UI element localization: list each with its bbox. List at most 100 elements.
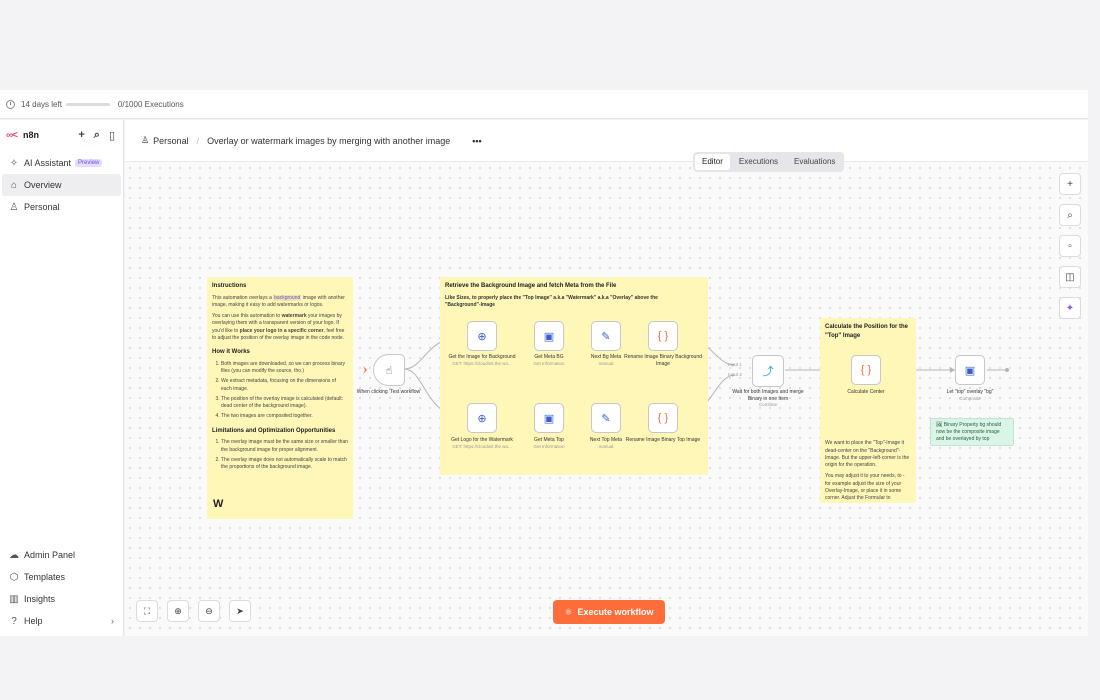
how-it-works-list: Both images are downloaded, so we can pr… (221, 361, 348, 421)
sticky-paragraph: This automation overlays a background im… (212, 294, 345, 308)
brand-name: n8n (22, 130, 39, 140)
select-mode-button[interactable]: ➤ (229, 600, 251, 622)
node-rename-top[interactable]: { } (648, 403, 678, 433)
zoom-out-button[interactable]: ⊖ (198, 600, 220, 622)
pointer-icon: ➤ (236, 605, 244, 616)
edit-icon: ✎ (601, 412, 611, 425)
sticky-paragraph: We want to place the "Top"-Image it dead… (825, 440, 910, 469)
node-next-top[interactable]: ✎ (591, 403, 621, 433)
chart-icon: ▥ (9, 593, 19, 605)
node-label: Calculate Center (847, 389, 885, 395)
sidebar-item-label: Personal (24, 202, 60, 212)
user-icon: ♙ (9, 201, 19, 213)
plus-icon[interactable]: + (78, 129, 84, 142)
add-node-button[interactable]: + (1059, 173, 1081, 195)
node-label: When clicking ‘Test workflow’ (356, 389, 422, 395)
sidebar-item-personal[interactable]: ♙ Personal (2, 196, 121, 218)
sidebar-item-ai-assistant[interactable]: ✧ AI Assistant Preview (2, 152, 121, 174)
workflow-title[interactable]: Overlay or watermark images by merging w… (207, 136, 450, 146)
globe-icon: ⊕ (477, 330, 487, 343)
user-icon: ♙ (141, 135, 150, 145)
author-logo: W (213, 498, 223, 510)
workflow-editor: ♙ Personal / Overlay or watermark images… (125, 120, 1088, 636)
editor-tabs: Editor Executions Evaluations (693, 152, 845, 172)
preview-badge: Preview (75, 159, 103, 167)
globe-icon: ⊕ (477, 412, 487, 425)
node-get-logo[interactable]: ⊕ (467, 403, 497, 433)
box-icon: ⬡ (9, 571, 19, 583)
execute-workflow-button[interactable]: ⚛ Execute workflow (553, 600, 665, 624)
sidebar-item-insights[interactable]: ▥ Insights (2, 588, 122, 610)
tab-executions[interactable]: Executions (732, 154, 785, 170)
search-icon: ⌕ (1067, 209, 1073, 221)
cloud-icon: ☁ (9, 549, 19, 561)
sticky-subtitle: How it Works (212, 349, 250, 356)
add-sticky-button[interactable]: ▫ (1059, 235, 1081, 257)
sidebar-bottom: ☁ Admin Panel ⬡ Templates ▥ Insights ? H… (0, 544, 124, 632)
sidebar-header: ∞< n8n + ⌕ ▯ (0, 120, 123, 150)
sidebar-item-label: AI Assistant (24, 158, 72, 168)
node-meta-top[interactable]: ▣ (534, 403, 564, 433)
collapse-sidebar-icon[interactable]: ▯ (109, 129, 115, 142)
node-label: Wait for both Images and merge Binary in… (732, 389, 804, 407)
sticky-title: Calculate the Position for the "Top" Ima… (825, 324, 909, 339)
node-calculate-center[interactable]: { } (851, 355, 881, 385)
sticky-paragraph: You may adjust it to your needs, to - fo… (825, 473, 905, 502)
binary-property-note[interactable]: 🖼 Binary Property bg should now be the c… (930, 418, 1014, 447)
node-label: Let "top" overlay "bg" Composite (946, 389, 994, 401)
zoom-in-button[interactable]: ⊕ (167, 600, 189, 622)
sidebar-item-admin-panel[interactable]: ☁ Admin Panel (2, 544, 122, 566)
more-options-button[interactable]: ••• (472, 136, 481, 146)
zoom-out-icon: ⊖ (205, 605, 213, 616)
chevron-right-icon: › (111, 616, 114, 626)
node-meta-bg[interactable]: ▣ (534, 321, 564, 351)
toggle-panel-button[interactable]: ◫ (1059, 266, 1081, 288)
workflow-canvas[interactable]: Instructions This automation overlays a … (125, 163, 1088, 636)
tab-editor[interactable]: Editor (695, 154, 730, 170)
node-overlay[interactable]: ▣ (955, 355, 985, 385)
fit-view-button[interactable]: ⛶ (136, 600, 158, 622)
top-margin (0, 0, 1100, 90)
node-get-bg[interactable]: ⊕ (467, 321, 497, 351)
image-icon: ▣ (964, 364, 976, 377)
sticky-instructions[interactable]: Instructions This automation overlays a … (207, 277, 353, 519)
sidebar-item-overview[interactable]: ⌂ Overview (2, 174, 121, 196)
n8n-logo-icon: ∞< (6, 129, 18, 141)
merge-input-1: Input 1 (728, 362, 742, 367)
sidebar-item-label: Templates (24, 572, 66, 582)
sidebar: ∞< n8n + ⌕ ▯ ✧ AI Assistant Preview ⌂ Ov… (0, 120, 124, 636)
breadcrumb-separator: / (196, 135, 200, 146)
node-label: Rename Image Binary Top Image (625, 437, 701, 443)
breadcrumb-project[interactable]: Personal (153, 136, 189, 146)
zoom-in-icon: ⊕ (174, 605, 182, 616)
search-icon[interactable]: ⌕ (94, 129, 100, 142)
sidebar-item-help[interactable]: ? Help › (2, 610, 122, 632)
node-label: Rename Image Binary Background Image (624, 354, 702, 367)
ai-assistant-button[interactable]: ✦ (1059, 297, 1081, 319)
sticky-calculate[interactable]: Calculate the Position for the "Top" Ima… (820, 318, 916, 503)
merge-icon: ⤴ (762, 366, 774, 378)
tab-evaluations[interactable]: Evaluations (787, 154, 842, 170)
home-icon: ⌂ (10, 179, 18, 191)
sidebar-item-label: Help (24, 616, 43, 626)
braces-icon: { } (657, 330, 669, 342)
sidebar-item-label: Insights (24, 594, 56, 604)
node-rename-bg[interactable]: { } (648, 321, 678, 351)
execute-workflow-label: Execute workflow (577, 607, 654, 617)
node-merge[interactable]: ⤴ (752, 355, 784, 387)
trial-progress-bar (65, 102, 110, 106)
sidebar-item-templates[interactable]: ⬡ Templates (2, 566, 122, 588)
braces-icon: { } (657, 412, 669, 424)
sparkle-icon: ✧ (9, 157, 19, 169)
node-manual-trigger[interactable]: ☝ (373, 354, 405, 386)
flask-icon: ⚛ (564, 606, 573, 617)
image-icon: ▣ (543, 412, 555, 425)
search-nodes-button[interactable]: ⌕ (1059, 204, 1081, 226)
note-icon: ▫ (1068, 240, 1072, 252)
node-next-bg[interactable]: ✎ (591, 321, 621, 351)
sparkle-icon: ✦ (1065, 302, 1075, 314)
bottom-margin (0, 636, 1100, 700)
sticky-subtitle: Limitations and Optimization Opportuniti… (212, 427, 336, 434)
clock-icon (6, 99, 15, 109)
help-icon: ? (11, 615, 17, 627)
